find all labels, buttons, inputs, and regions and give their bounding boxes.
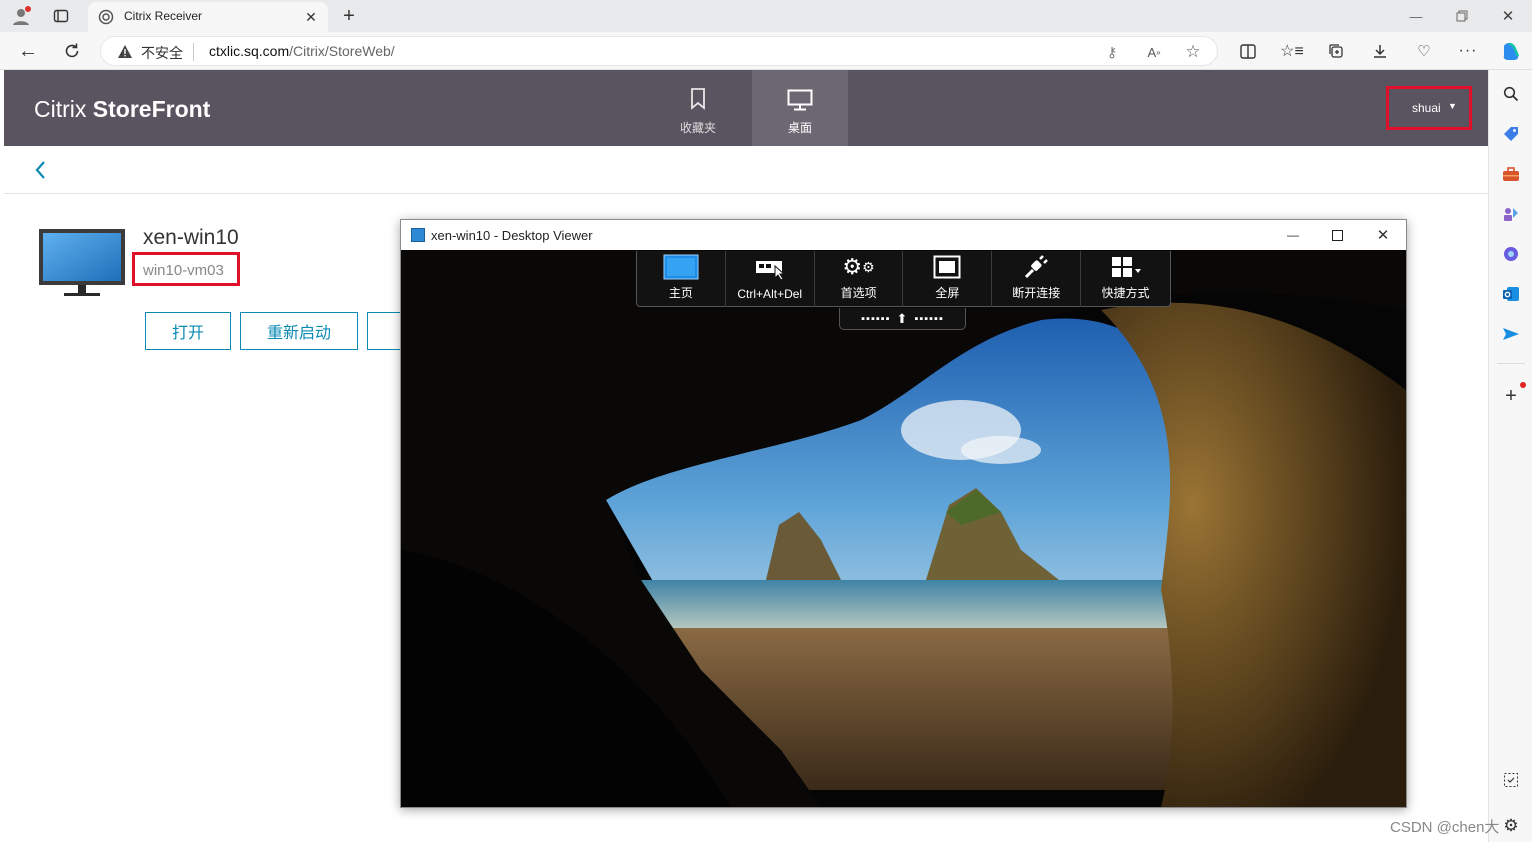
browser-tab[interactable]: Citrix Receiver ✕ <box>88 2 328 32</box>
shortcuts-grid-icon <box>1110 254 1142 280</box>
new-tab-icon[interactable]: + <box>336 4 362 28</box>
sidebar-shopping-tag-icon[interactable] <box>1499 122 1523 146</box>
ctrl-alt-del-icon <box>755 257 785 283</box>
back-chevron-icon[interactable] <box>28 156 52 184</box>
sidebar-settings-gear-icon[interactable]: ⚙ <box>1499 814 1523 838</box>
toolbar-home-button[interactable]: 主页 <box>637 251 726 307</box>
edge-sidebar: + ⚙ <box>1488 70 1532 842</box>
url-path: /Citrix/StoreWeb/ <box>289 43 395 59</box>
viewer-minimize-icon[interactable]: — <box>1281 224 1305 246</box>
sidebar-tools-icon[interactable] <box>1499 162 1523 186</box>
viewer-app-icon <box>411 228 425 242</box>
split-screen-icon[interactable] <box>1236 39 1260 63</box>
bookmark-icon <box>688 88 708 110</box>
highlight-user-menu <box>1386 86 1472 130</box>
disconnect-plug-icon <box>1023 254 1049 280</box>
sidebar-send-icon[interactable] <box>1499 322 1523 346</box>
more-options-icon[interactable]: ··· <box>1456 39 1480 63</box>
remote-desktop-canvas[interactable]: 主页 Ctrl+Alt+Del ⚙ ⚙ 首选项 全屏 断开连接 快捷方式 ▪▪▪… <box>401 250 1406 807</box>
favorites-list-icon[interactable]: ☆≡ <box>1280 39 1304 63</box>
browser-address-bar: ← 不安全 ctxlic.sq.com/Citrix/StoreWeb/ ⚷ A… <box>0 32 1532 70</box>
storefront-header: Citrix StoreFront 收藏夹 桌面 shuai ▼ <box>4 70 1488 146</box>
up-arrow-icon: ⬆ <box>896 310 909 326</box>
profile-avatar-icon[interactable] <box>8 4 34 28</box>
toolbar-ctrl-alt-del-button[interactable]: Ctrl+Alt+Del <box>726 251 815 307</box>
sidebar-outlook-icon[interactable] <box>1499 282 1523 306</box>
toolbar-label: 首选项 <box>840 286 877 300</box>
toolbar-label: 全屏 <box>935 286 960 300</box>
password-key-icon[interactable]: ⚷ <box>1103 43 1121 61</box>
close-window-icon[interactable]: ✕ <box>1496 4 1520 28</box>
performance-heart-icon[interactable]: ♡ <box>1412 39 1436 63</box>
browser-tab-bar: Citrix Receiver ✕ + — ✕ <box>0 0 1532 32</box>
copilot-icon[interactable] <box>1498 38 1524 64</box>
toolbar-label: 断开连接 <box>1012 286 1061 300</box>
desktop-viewer-window: xen-win10 - Desktop Viewer — ✕ 主页 Ctrl+A… <box>400 219 1407 808</box>
url-host: ctxlic.sq.com <box>209 43 290 59</box>
favorite-star-icon[interactable]: ☆ <box>1183 42 1203 62</box>
gears-icon: ⚙ ⚙ <box>842 254 875 279</box>
minimize-window-icon[interactable]: — <box>1404 4 1428 28</box>
viewer-titlebar[interactable]: xen-win10 - Desktop Viewer — ✕ <box>401 220 1406 250</box>
viewer-title: xen-win10 - Desktop Viewer <box>431 228 593 243</box>
sidebar-search-icon[interactable] <box>1499 82 1523 106</box>
url-field[interactable]: 不安全 ctxlic.sq.com/Citrix/StoreWeb/ ⚷ A» … <box>100 36 1218 66</box>
toolbar-fullscreen-button[interactable]: 全屏 <box>903 251 993 307</box>
toolbar-label: Ctrl+Alt+Del <box>737 287 803 301</box>
storefront-subbar <box>4 146 1488 194</box>
security-label[interactable]: 不安全 <box>141 43 183 63</box>
sidebar-divider <box>1497 363 1525 364</box>
highlight-machine-name <box>132 252 240 286</box>
nav-tab-desktops[interactable]: 桌面 <box>752 70 848 146</box>
toolbar-collapse-handle[interactable]: ▪▪▪▪▪▪ ⬆ ▪▪▪▪▪▪ <box>839 308 966 330</box>
viewer-toolbar: 主页 Ctrl+Alt+Del ⚙ ⚙ 首选项 全屏 断开连接 快捷方式 <box>636 251 1171 307</box>
toolbar-preferences-button[interactable]: ⚙ ⚙ 首选项 <box>815 251 904 307</box>
tab-title: Citrix Receiver <box>124 9 203 23</box>
windows-home-icon <box>663 254 699 280</box>
desktop-name: xen-win10 <box>143 226 239 249</box>
viewer-maximize-icon[interactable] <box>1325 224 1349 246</box>
nav-tab-favorites[interactable]: 收藏夹 <box>650 70 746 146</box>
collections-icon[interactable] <box>1324 39 1348 63</box>
storefront-logo: Citrix StoreFront <box>34 96 210 123</box>
sidebar-copilot-app-icon[interactable] <box>1499 242 1523 266</box>
sidebar-games-icon[interactable] <box>1499 202 1523 226</box>
toolbar-label: 快捷方式 <box>1101 286 1150 300</box>
restart-button[interactable]: 重新启动 <box>240 312 358 350</box>
viewer-close-icon[interactable]: ✕ <box>1371 224 1395 246</box>
monitor-icon <box>786 88 814 112</box>
url-text: ctxlic.sq.com/Citrix/StoreWeb/ <box>209 43 395 59</box>
close-tab-icon[interactable]: ✕ <box>302 8 320 26</box>
toolbar-shortcuts-button[interactable]: 快捷方式 <box>1081 251 1170 307</box>
back-arrow-icon[interactable]: ← <box>14 38 42 64</box>
downloads-icon[interactable] <box>1368 39 1392 63</box>
cave-wallpaper-image <box>401 250 1406 807</box>
url-divider <box>193 43 194 61</box>
brand-citrix: Citrix <box>34 96 87 122</box>
notification-dot <box>1520 382 1526 388</box>
restore-window-icon[interactable] <box>1450 4 1474 28</box>
nav-label-favorites: 收藏夹 <box>679 121 716 135</box>
nav-label-desktops: 桌面 <box>787 121 812 135</box>
toolbar-label: 主页 <box>668 286 693 300</box>
toolbar-disconnect-button[interactable]: 断开连接 <box>992 251 1082 307</box>
desktop-thumbnail-icon <box>38 228 126 298</box>
citrix-favicon-icon <box>98 9 114 25</box>
brand-storefront: StoreFront <box>92 96 211 122</box>
sidebar-screenshot-icon[interactable] <box>1499 768 1523 792</box>
tab-actions-icon[interactable] <box>48 4 74 28</box>
sidebar-add-icon[interactable]: + <box>1499 384 1523 408</box>
fullscreen-icon <box>933 254 961 280</box>
warning-triangle-icon[interactable] <box>117 43 133 59</box>
watermark: CSDN @chen大 <box>1390 819 1500 836</box>
read-aloud-icon[interactable]: A» <box>1143 43 1165 61</box>
open-button[interactable]: 打开 <box>145 312 231 350</box>
refresh-icon[interactable] <box>58 38 86 64</box>
